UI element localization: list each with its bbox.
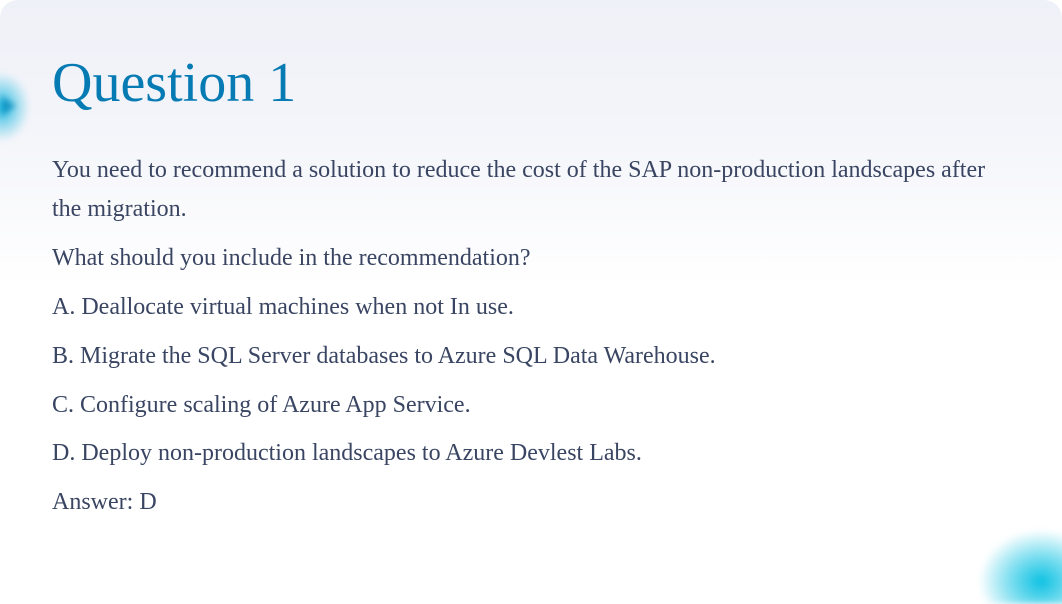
option-d: D. Deploy non-production landscapes to A… [52,434,1010,473]
answer-line: Answer: D [52,483,1010,522]
option-c: C. Configure scaling of Azure App Servic… [52,386,1010,425]
decorative-glow-top-left [0,72,30,142]
question-title: Question 1 [52,50,1010,117]
question-intro-1: You need to recommend a solution to redu… [52,151,1010,229]
slide-container: Question 1 You need to recommend a solut… [0,0,1062,598]
option-b: B. Migrate the SQL Server databases to A… [52,337,1010,376]
question-body: You need to recommend a solution to redu… [52,151,1010,522]
question-intro-2: What should you include in the recommend… [52,239,1010,278]
decorative-glow-bottom-right [978,529,1062,604]
option-a: A. Deallocate virtual machines when not … [52,288,1010,327]
